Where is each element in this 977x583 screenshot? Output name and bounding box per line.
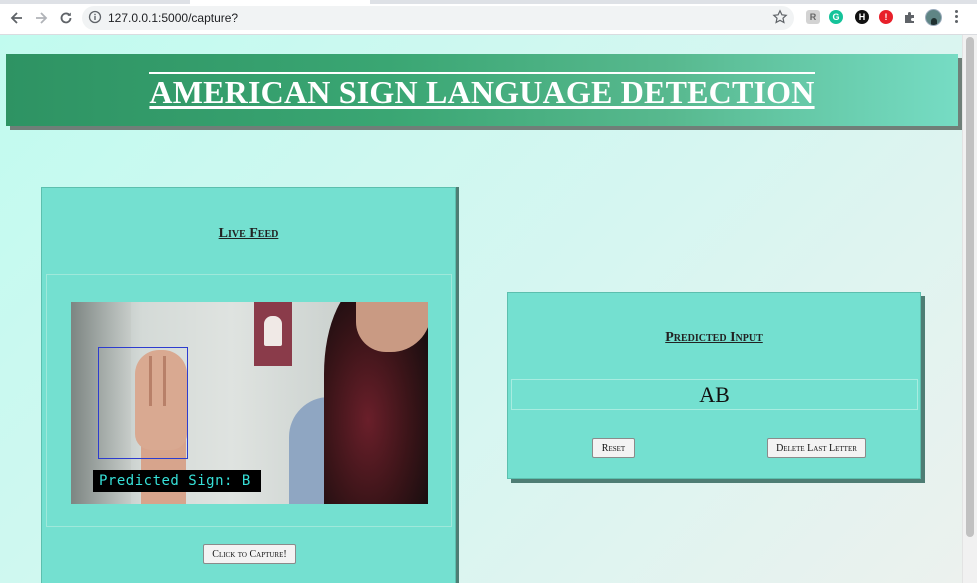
- site-info-icon[interactable]: [88, 10, 102, 29]
- live-feed-card: Live Feed Predicted Sign: B Click to Cap…: [41, 187, 456, 583]
- bookmark-star-icon[interactable]: [772, 9, 788, 30]
- reload-icon[interactable]: [57, 9, 75, 27]
- tab-strip: [0, 0, 977, 4]
- grammarly-icon[interactable]: G: [829, 10, 843, 24]
- address-bar[interactable]: 127.0.0.1:5000/capture?: [82, 6, 794, 30]
- back-icon[interactable]: [8, 9, 26, 27]
- page-content: AMERICAN SIGN LANGUAGE DETECTION Live Fe…: [0, 35, 962, 583]
- page-title: AMERICAN SIGN LANGUAGE DETECTION: [149, 71, 815, 110]
- reader-icon[interactable]: R: [806, 10, 820, 24]
- detection-box: [98, 347, 188, 459]
- puzzle-icon[interactable]: [903, 10, 917, 24]
- predicted-input-title: Predicted Input: [665, 330, 763, 345]
- adblock-icon[interactable]: !: [879, 10, 893, 24]
- predicted-text: AB: [511, 379, 918, 410]
- scrollbar-thumb[interactable]: [966, 37, 974, 537]
- header-banner: AMERICAN SIGN LANGUAGE DETECTION: [6, 54, 958, 126]
- wall-poster: [254, 302, 292, 366]
- reset-button[interactable]: Reset: [592, 438, 635, 458]
- capture-button[interactable]: Click to Capture!: [203, 544, 296, 564]
- predicted-sign-overlay: Predicted Sign: B: [93, 470, 261, 492]
- webcam-video: Predicted Sign: B: [71, 302, 428, 504]
- delete-last-letter-button[interactable]: Delete Last Letter: [767, 438, 866, 458]
- vertical-scrollbar[interactable]: [962, 35, 977, 583]
- profile-avatar[interactable]: [925, 9, 942, 26]
- browser-menu-icon[interactable]: [953, 10, 959, 26]
- headphones-icon[interactable]: H: [855, 10, 869, 24]
- url-text: 127.0.0.1:5000/capture?: [108, 11, 239, 25]
- forward-icon[interactable]: [32, 9, 50, 27]
- predicted-input-card: Predicted Input AB Reset Delete Last Let…: [507, 292, 921, 479]
- browser-toolbar: 127.0.0.1:5000/capture? R G H !: [0, 0, 977, 35]
- active-tab[interactable]: [190, 0, 370, 4]
- live-feed-title: Live Feed: [218, 226, 279, 241]
